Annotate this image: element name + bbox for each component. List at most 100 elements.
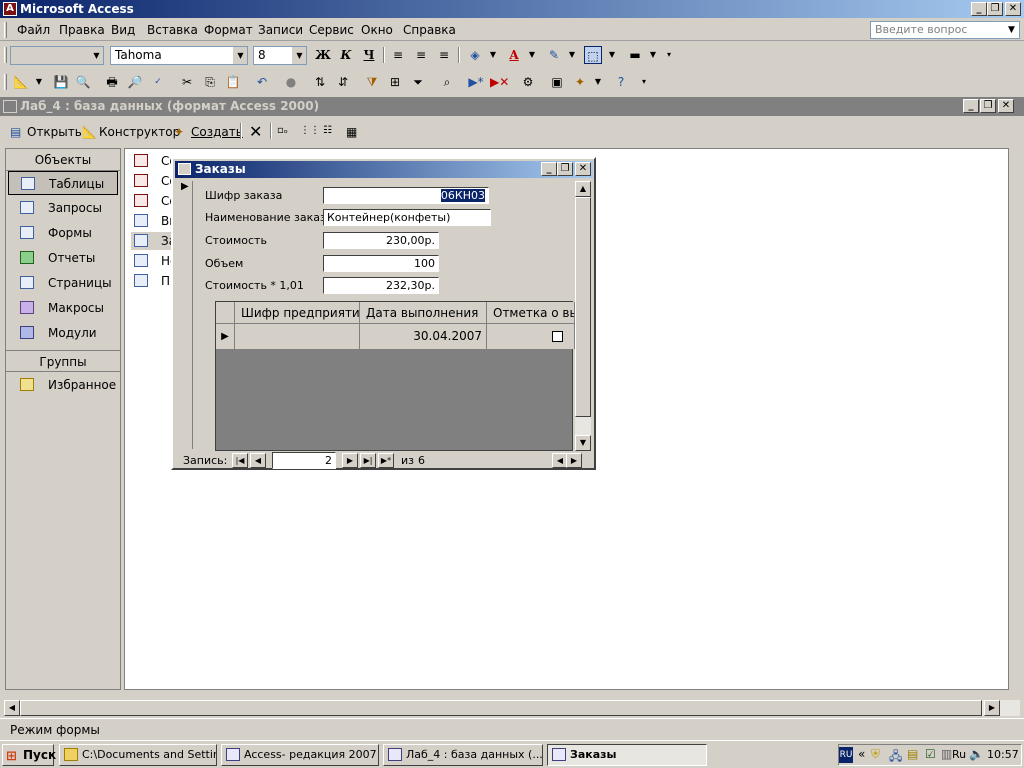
task-word[interactable]: Access- редакция 2007 ... bbox=[221, 744, 379, 766]
cost-field[interactable]: 230,00р. bbox=[323, 232, 439, 249]
done-checkbox[interactable] bbox=[552, 331, 563, 342]
find-icon[interactable]: ⌕ bbox=[438, 73, 456, 91]
menu-tools[interactable]: Сервис bbox=[309, 23, 354, 37]
last-record-button[interactable]: ▶| bbox=[360, 453, 376, 468]
spelling-icon[interactable]: ✓ bbox=[149, 73, 167, 91]
cut-icon[interactable]: ✂ bbox=[178, 73, 196, 91]
scroll-thumb[interactable] bbox=[20, 700, 982, 716]
special-effect-icon[interactable]: ⬚ bbox=[584, 46, 602, 64]
list-item[interactable]: Не bbox=[131, 252, 177, 270]
cost-plus-field[interactable]: 232,30р. bbox=[323, 277, 439, 294]
menu-format[interactable]: Формат bbox=[204, 23, 253, 37]
align-right-icon[interactable]: ≡ bbox=[435, 46, 453, 64]
scroll-right-button[interactable]: ▶ bbox=[566, 453, 582, 468]
record-selector[interactable]: ▶ bbox=[179, 181, 193, 449]
menu-records[interactable]: Записи bbox=[258, 23, 303, 37]
next-record-button[interactable]: ▶ bbox=[342, 453, 358, 468]
bold-button[interactable]: Ж bbox=[314, 46, 332, 64]
list-item[interactable]: Со bbox=[131, 192, 177, 210]
clock[interactable]: 10:57 bbox=[987, 748, 1019, 761]
paste-icon[interactable]: 📋 bbox=[224, 73, 242, 91]
delete-record-icon[interactable]: ▶✕ bbox=[490, 73, 509, 91]
insert-object-icon[interactable]: ● bbox=[282, 73, 300, 91]
scroll-up-button[interactable]: ▲ bbox=[575, 181, 591, 197]
language-code[interactable]: Ru bbox=[952, 748, 966, 761]
form-minimize-button[interactable]: _ bbox=[541, 162, 557, 176]
language-bar-icon[interactable]: ▥ bbox=[941, 747, 952, 761]
close-button[interactable]: ✕ bbox=[1005, 2, 1021, 16]
tray-check-icon[interactable]: ☑ bbox=[925, 747, 936, 761]
row-selector[interactable]: ▶ bbox=[216, 324, 235, 349]
column-header-enterprise[interactable]: Шифр предприятия bbox=[235, 302, 360, 324]
print-icon[interactable]: 🖶 bbox=[103, 73, 121, 91]
sort-ascending-icon[interactable]: ⇅ bbox=[311, 73, 329, 91]
menu-edit[interactable]: Правка bbox=[59, 23, 105, 37]
filter-by-form-icon[interactable]: ⊞ bbox=[386, 73, 404, 91]
list-item[interactable]: За bbox=[131, 232, 176, 250]
align-left-icon[interactable]: ≡ bbox=[389, 46, 407, 64]
groups-header[interactable]: Группы bbox=[6, 350, 120, 372]
chevron-down-icon[interactable]: ▼ bbox=[563, 46, 581, 64]
chevron-down-icon[interactable]: ▼ bbox=[603, 46, 621, 64]
task-explorer[interactable]: C:\Documents and Settin... bbox=[59, 744, 217, 766]
new-record-icon[interactable]: ▶* bbox=[467, 73, 485, 91]
form-icon[interactable] bbox=[178, 163, 191, 175]
order-code-field[interactable]: 06КН03 bbox=[323, 187, 489, 204]
form-restore-button[interactable]: ❐ bbox=[557, 162, 573, 176]
toolbar-options-icon[interactable]: ▾ bbox=[660, 46, 678, 64]
create-button[interactable]: Создать bbox=[191, 125, 243, 139]
list-item[interactable]: Пр bbox=[131, 272, 178, 290]
object-macros[interactable]: Макросы bbox=[8, 296, 118, 320]
date-cell[interactable]: 30.04.2007 bbox=[360, 324, 487, 349]
speaker-icon[interactable]: 🔈 bbox=[969, 747, 984, 761]
border-width-icon[interactable]: ▬ bbox=[626, 46, 644, 64]
new-record-button[interactable]: ▶* bbox=[378, 453, 394, 468]
select-all-cell[interactable] bbox=[216, 302, 235, 324]
menu-insert[interactable]: Вставка bbox=[147, 23, 198, 37]
menu-view[interactable]: Вид bbox=[111, 23, 135, 37]
volume-field[interactable]: 100 bbox=[323, 255, 439, 272]
save-icon[interactable]: 💾 bbox=[52, 73, 70, 91]
view-icon[interactable]: 📐 bbox=[12, 73, 30, 91]
chevron-down-icon[interactable]: ▼ bbox=[484, 46, 502, 64]
toolbar-grip[interactable] bbox=[4, 47, 7, 63]
italic-button[interactable]: К bbox=[337, 46, 355, 64]
toolbar-grip[interactable] bbox=[4, 74, 7, 90]
object-combo[interactable]: ▼ bbox=[10, 46, 104, 65]
ask-question-input[interactable]: Введите вопрос bbox=[870, 21, 1020, 39]
menu-file[interactable]: Файл bbox=[17, 23, 50, 37]
underline-button[interactable]: Ч bbox=[360, 46, 378, 64]
properties-icon[interactable]: ⚙ bbox=[519, 73, 537, 91]
tray-expand-icon[interactable]: « bbox=[858, 747, 865, 761]
search-file-icon[interactable]: 🔍 bbox=[74, 73, 92, 91]
chevron-down-icon[interactable]: ▼ bbox=[30, 73, 48, 91]
filter-by-selection-icon[interactable]: ⧩ bbox=[363, 73, 381, 91]
menu-window[interactable]: Окно bbox=[361, 23, 393, 37]
chevron-down-icon[interactable]: ▼ bbox=[589, 73, 607, 91]
db-close-button[interactable]: ✕ bbox=[998, 99, 1014, 113]
menu-grip[interactable] bbox=[4, 22, 7, 38]
column-header-date[interactable]: Дата выполнения bbox=[360, 302, 487, 324]
object-reports[interactable]: Отчеты bbox=[8, 246, 118, 270]
copy-icon[interactable]: ⎘ bbox=[201, 73, 219, 91]
ask-dropdown-icon[interactable]: ▼ bbox=[1008, 25, 1015, 35]
apply-filter-icon[interactable]: ⏷ bbox=[409, 73, 427, 91]
objects-header[interactable]: Объекты bbox=[6, 149, 120, 171]
help-icon[interactable]: ? bbox=[612, 73, 630, 91]
object-queries[interactable]: Запросы bbox=[8, 196, 118, 220]
list-item[interactable]: Вы bbox=[131, 212, 179, 230]
object-forms[interactable]: Формы bbox=[8, 221, 118, 245]
large-icons-icon[interactable]: ▫ₒ bbox=[277, 125, 288, 136]
undo-icon[interactable]: ↶ bbox=[253, 73, 271, 91]
form-vertical-scrollbar[interactable]: ▲ ▼ bbox=[575, 181, 591, 451]
group-favorites[interactable]: Избранное bbox=[8, 373, 118, 397]
start-button[interactable]: ⊞ Пуск bbox=[2, 744, 56, 766]
column-header-done[interactable]: Отметка о вып bbox=[487, 302, 575, 324]
done-cell[interactable] bbox=[487, 324, 575, 349]
line-color-icon[interactable]: ✎ bbox=[545, 46, 563, 64]
tray-app-icon[interactable]: ▤ bbox=[907, 747, 918, 761]
network-icon[interactable]: 🖧 bbox=[889, 747, 902, 768]
new-object-icon[interactable]: ✦ bbox=[571, 73, 589, 91]
scroll-down-button[interactable]: ▼ bbox=[575, 435, 591, 451]
object-modules[interactable]: Модули bbox=[8, 321, 118, 345]
